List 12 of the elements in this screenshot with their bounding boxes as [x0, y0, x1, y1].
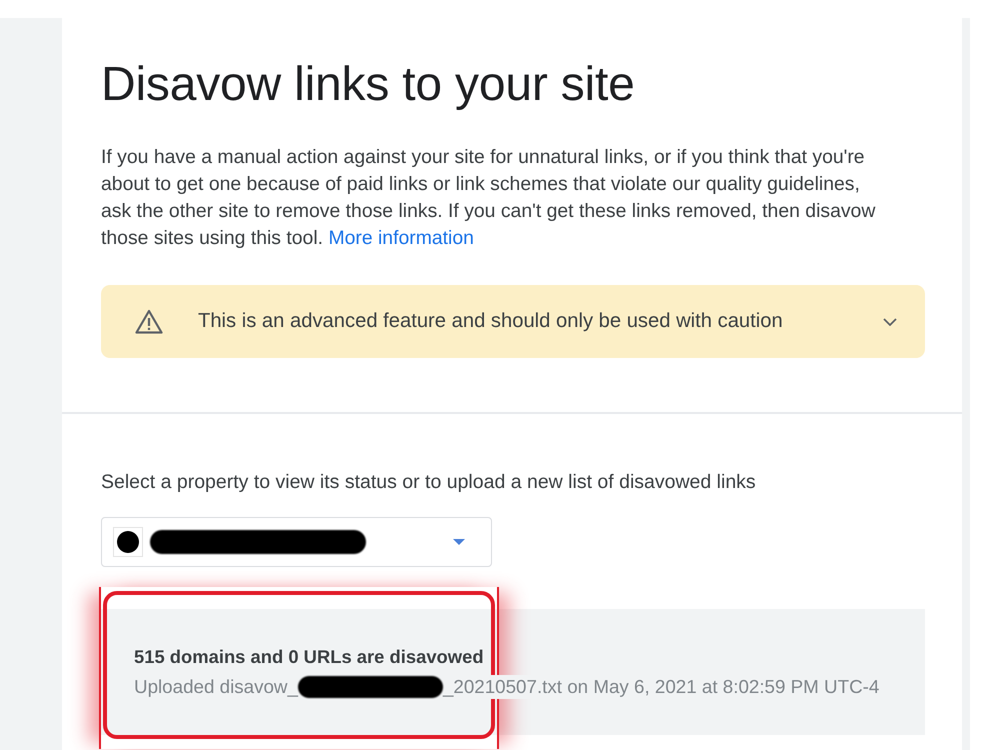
warning-icon	[135, 309, 163, 334]
more-information-link[interactable]: More information	[328, 227, 474, 249]
upload-info-text: _20210507.txt on May 6, 2021 at 8:02:59 PM UTC-4	[442, 675, 880, 699]
property-prompt: Select a property to view its status or to upload a new list of disavowed links	[101, 471, 757, 493]
warning-banner[interactable]: This is an advanced feature and should only be used with caution	[101, 285, 925, 358]
disavow-summary: 515 domains and 0 URLs are disavowed	[134, 645, 484, 669]
site-icon	[113, 527, 143, 557]
property-selector[interactable]	[101, 517, 492, 567]
dropdown-caret-icon	[453, 539, 465, 545]
page-title: Disavow links to your site	[101, 57, 636, 113]
intro-text: If you have a manual action against your site for unnatural links, or if you think that you're about to get one because of paid links or link schemes that violate our quality guidelines, ask the other site to remove those links. If you can't get these links removed, then disavow those sites using this tool. More information	[101, 145, 876, 251]
warning-text: This is an advanced feature and should only be used with caution	[198, 310, 784, 333]
